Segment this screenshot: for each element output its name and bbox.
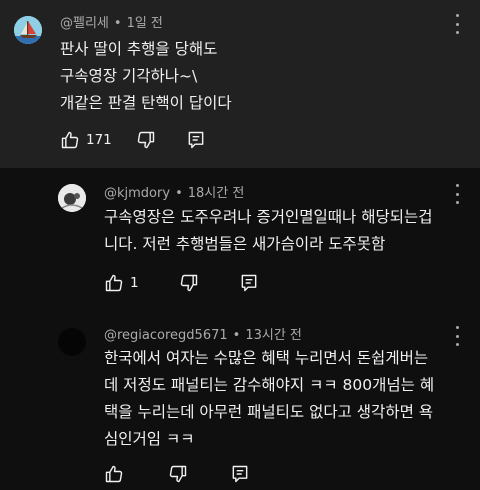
more-vert-icon[interactable] (454, 184, 460, 204)
comment-actions (104, 462, 250, 486)
comment-meta: @regiacoregd5671 • 13시간 전 (104, 328, 302, 343)
sailboat-avatar-image (14, 16, 42, 44)
comment-text: 구속영장은 도주우려나 증거인멸일때나 해당되는겁 니다. 저런 추행범들은 새… (104, 204, 433, 258)
dislike-button[interactable] (136, 130, 156, 150)
comment-line: 구속영장은 도주우려나 증거인멸일때나 해당되는겁 (104, 208, 433, 226)
thumb-down-icon (180, 274, 197, 292)
thumb-down-icon (169, 465, 187, 483)
reply-icon (188, 131, 204, 149)
dislike-button[interactable] (179, 273, 199, 293)
comment-line: 심인거임 ㅋㅋ (104, 430, 195, 448)
thumb-down-icon (137, 131, 154, 149)
reply-button[interactable] (230, 464, 250, 484)
avatar[interactable] (58, 328, 86, 356)
comment-time[interactable]: 1일 전 (127, 16, 163, 31)
comment-actions: 1 (104, 271, 259, 295)
comment-username[interactable]: @regiacoregd5671 (104, 328, 228, 343)
comment-line: 개같은 판결 탄핵이 답이다 (60, 94, 232, 112)
avatar[interactable] (58, 184, 86, 212)
reply-button[interactable] (239, 273, 259, 293)
like-count: 1 (130, 275, 139, 291)
comment-username[interactable]: @펠리세 (60, 16, 109, 31)
thumb-up-icon (61, 131, 79, 149)
comment-time[interactable]: 13시간 전 (245, 328, 302, 343)
thumb-up-icon (105, 274, 123, 292)
sketch-avatar-image (58, 184, 86, 212)
thumb-up-icon (105, 465, 123, 483)
comment-line: 데 저정도 패널티는 감수해야지 ㅋㅋ 800개넘는 혜 (104, 376, 435, 394)
reply-button[interactable] (186, 130, 206, 150)
reply-icon (232, 465, 248, 483)
like-button[interactable]: 171 (60, 130, 112, 150)
comment-text: 판사 딸이 추행을 당해도 구속영장 기각하나~\ 개같은 판결 탄핵이 답이다 (60, 36, 232, 117)
like-button[interactable]: 1 (104, 273, 139, 293)
comment-username[interactable]: @kjmdory (104, 186, 170, 201)
comment-line: 판사 딸이 추행을 당해도 (60, 40, 218, 58)
comment-meta: @펠리세 • 1일 전 (60, 16, 163, 31)
comment-line: 니다. 저런 추행범들은 새가슴이라 도주못함 (104, 235, 386, 253)
comment-text: 한국에서 여자는 수많은 혜택 누리면서 돈쉽게버는 데 저정도 패널티는 감수… (104, 345, 434, 453)
comment-meta: @kjmdory • 18시간 전 (104, 186, 245, 201)
reply-icon (241, 274, 256, 292)
comment-line: 구속영장 기각하나~\ (60, 67, 198, 85)
dislike-button[interactable] (168, 464, 188, 484)
comment-line: 한국에서 여자는 수많은 혜택 누리면서 돈쉽게버는 (104, 349, 429, 367)
more-vert-icon[interactable] (454, 326, 460, 346)
more-vert-icon[interactable] (454, 14, 460, 34)
like-count: 171 (86, 132, 112, 148)
comment-time[interactable]: 18시간 전 (188, 186, 245, 201)
comment-line: 택을 누리는데 아무런 패널티도 없다고 생각하면 욕 (104, 403, 434, 421)
like-button[interactable] (104, 464, 124, 484)
comment-actions: 171 (60, 128, 206, 152)
avatar[interactable] (14, 16, 42, 44)
